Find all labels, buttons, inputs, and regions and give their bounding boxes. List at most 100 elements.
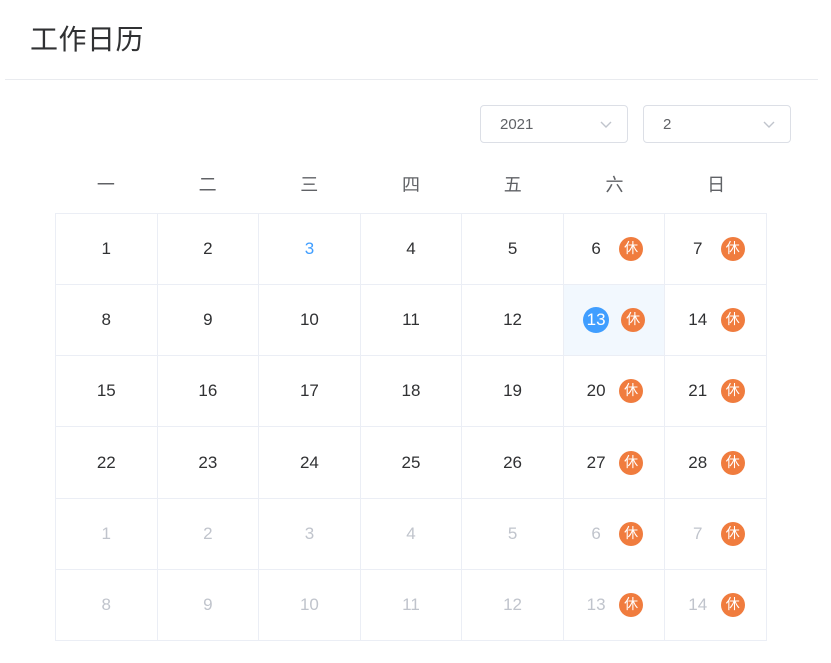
calendar-day-cell[interactable]: 1 [56, 498, 158, 570]
day-number: 7 [692, 239, 703, 259]
calendar-day-cell[interactable]: 8 [56, 569, 158, 641]
calendar-day-cell[interactable]: 25 [360, 427, 463, 499]
day-content: 14 休 [687, 592, 745, 617]
day-content: 2 [197, 522, 219, 546]
day-content: 15 [95, 379, 117, 403]
day-number: 17 [299, 381, 319, 401]
day-content: 7休 [687, 521, 745, 546]
day-number: 1 [101, 523, 112, 543]
calendar-card: 工作日历 2021 2 一 二 三 四 五 六 日 1 2 3 4 5 6 休 7 休 8 9 10 1… [5, 0, 818, 663]
day-number: 2 [203, 239, 213, 259]
calendar-day-cell[interactable]: 6休 [563, 214, 666, 286]
calendar-day-cell[interactable]: 3 [259, 214, 361, 286]
day-content: 26 [502, 451, 524, 475]
calendar-day-cell[interactable]: 20 休 [563, 356, 666, 428]
calendar-day-cell[interactable]: 15 [56, 356, 158, 428]
calendar-day-cell[interactable]: 26 [462, 427, 564, 499]
day-content: 7休 [687, 237, 745, 262]
calendar-day-cell[interactable]: 16 [157, 356, 260, 428]
calendar-day-cell[interactable]: 2 [157, 498, 260, 570]
rest-day-badge: 休 [619, 450, 644, 475]
rest-day-badge: 休 [720, 450, 745, 475]
weekday-label: 五 [503, 175, 522, 196]
day-number: 14 [688, 594, 708, 614]
calendar-day-cell[interactable]: 10 [259, 285, 361, 357]
calendar-day-cell[interactable]: 19 [462, 356, 564, 428]
calendar-day-cell[interactable]: 12 [462, 569, 564, 641]
calendar-day-cell[interactable]: 27 休 [563, 427, 666, 499]
day-content: 9 [197, 308, 219, 332]
calendar-day-cell[interactable]: 5 [462, 498, 564, 570]
day-number: 5 [507, 523, 518, 543]
calendar-day-cell[interactable]: 23 [157, 427, 260, 499]
day-number: 14 [688, 310, 708, 330]
day-number: 2 [203, 523, 213, 543]
day-number: 7 [692, 523, 703, 543]
day-content: 20 休 [585, 379, 644, 404]
calendar-day-cell[interactable]: 1 [56, 214, 158, 286]
calendar-day-cell[interactable]: 21 休 [665, 356, 767, 428]
day-content: 19 [502, 379, 524, 403]
day-content: 21 休 [687, 379, 745, 404]
calendar-day-cell[interactable]: 22 [56, 427, 158, 499]
calendar-day-cell[interactable]: 6休 [563, 498, 666, 570]
calendar-day-cell[interactable]: 4 [360, 214, 463, 286]
day-number: 6 [591, 523, 601, 543]
weekday-label: 二 [198, 175, 217, 196]
calendar-day-cell[interactable]: 14 休 [665, 285, 767, 357]
card-header: 工作日历 [5, 0, 818, 80]
calendar-day-cell[interactable]: 11 [360, 285, 463, 357]
day-number: 28 [688, 452, 708, 472]
calendar-day-cell[interactable]: 7休 [665, 214, 767, 286]
day-content: 10 [298, 308, 320, 332]
rest-day-badge: 休 [720, 592, 745, 617]
calendar-day-cell[interactable]: 7休 [665, 498, 767, 570]
day-number: 23 [198, 452, 218, 472]
calendar-day-cell[interactable]: 10 [259, 569, 361, 641]
calendar-day-cell[interactable]: 13 休 [563, 569, 666, 641]
rest-day-badge: 休 [720, 237, 745, 262]
calendar-day-cell[interactable]: 17 [259, 356, 361, 428]
calendar-day-cell[interactable]: 9 [157, 285, 260, 357]
calendar-day-cell[interactable]: 4 [360, 498, 463, 570]
calendar-day-cell[interactable]: 3 [259, 498, 361, 570]
day-content: 27 休 [585, 450, 644, 475]
day-number: 9 [203, 594, 213, 614]
day-number: 13 [586, 594, 606, 614]
day-number: 26 [503, 452, 523, 472]
calendar-day-cell[interactable]: 2 [157, 214, 260, 286]
day-number: 11 [402, 594, 420, 614]
weekday-label: 一 [96, 175, 115, 196]
day-content: 12 [502, 593, 524, 617]
calendar-day-cell[interactable]: 11 [360, 569, 463, 641]
calendar-day-cell[interactable]: 14 休 [665, 569, 767, 641]
day-number: 4 [406, 523, 416, 543]
month-select[interactable]: 2 [643, 105, 791, 143]
year-select-value: 2021 [500, 116, 534, 133]
calendar-day-cell[interactable]: 12 [462, 285, 564, 357]
year-select[interactable]: 2021 [480, 105, 628, 143]
day-number: 21 [688, 381, 708, 401]
day-content: 3 [298, 237, 320, 261]
day-content: 3 [298, 522, 320, 546]
calendar-day-cell[interactable]: 8 [56, 285, 158, 357]
day-content: 1 [95, 237, 117, 261]
rest-day-badge: 休 [619, 237, 644, 262]
day-content: 8 [95, 308, 117, 332]
day-content: 10 [298, 593, 320, 617]
day-number: 13 [583, 307, 610, 334]
calendar-day-cell[interactable]: 24 [259, 427, 361, 499]
day-number: 5 [507, 239, 518, 259]
day-number: 25 [401, 452, 421, 472]
calendar-day-cell[interactable]: 18 [360, 356, 463, 428]
calendar-day-cell[interactable]: 13 休 [563, 285, 666, 357]
calendar-day-cell[interactable]: 5 [462, 214, 564, 286]
day-number: 24 [299, 452, 319, 472]
day-number: 10 [299, 310, 319, 330]
weekday-label: 六 [605, 175, 624, 196]
calendar-day-cell[interactable]: 28 休 [665, 427, 767, 499]
day-content: 13 休 [585, 592, 644, 617]
rest-day-badge: 休 [619, 592, 644, 617]
calendar-day-cell[interactable]: 9 [157, 569, 260, 641]
day-number: 3 [304, 239, 315, 259]
